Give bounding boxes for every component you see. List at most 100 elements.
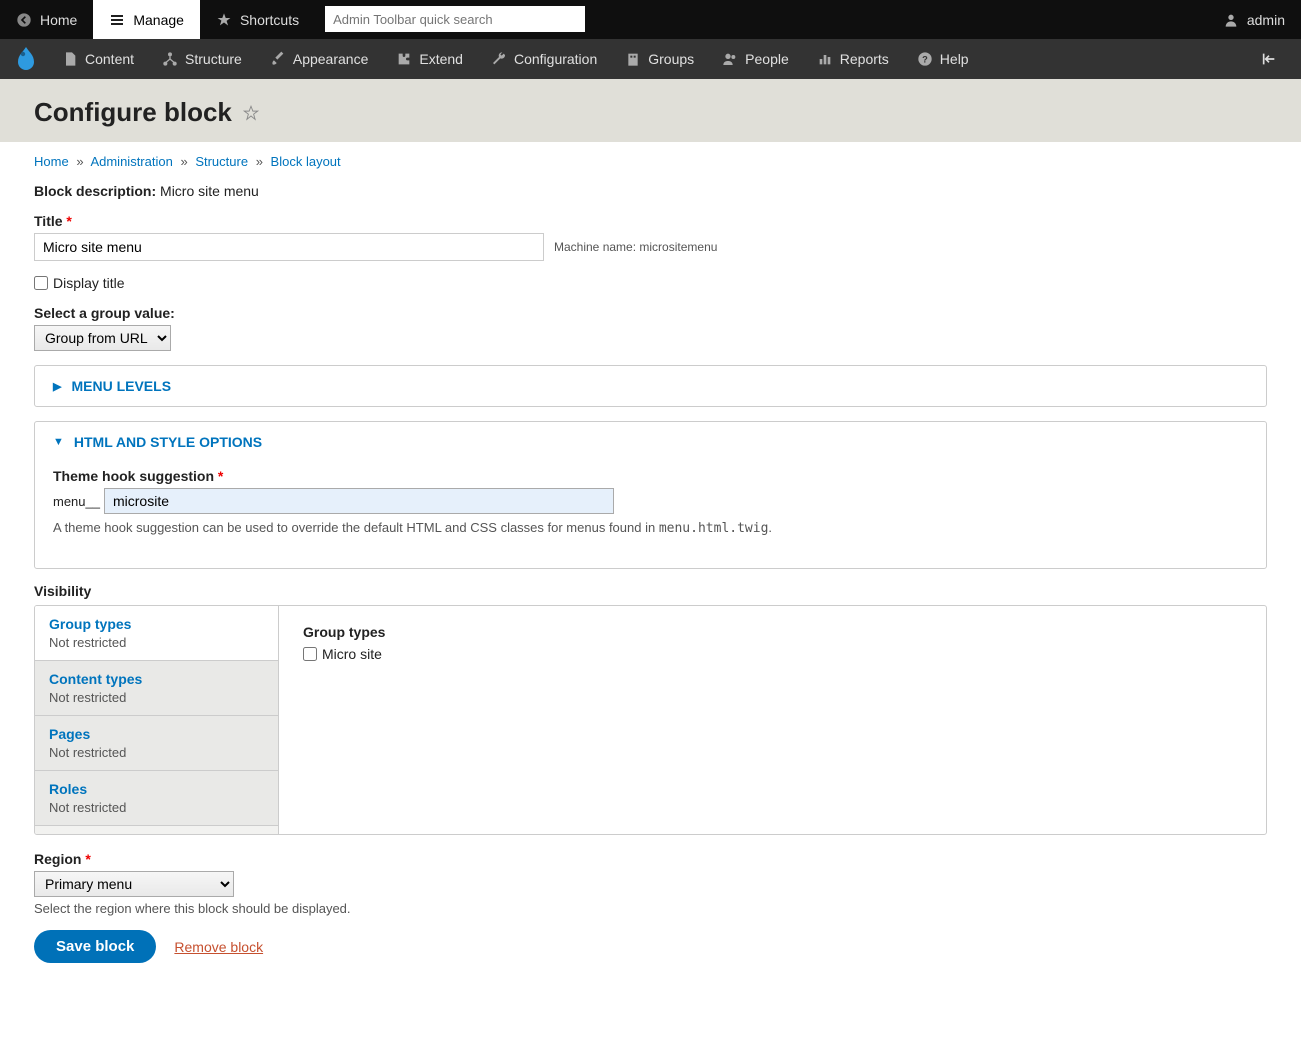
menu-reports-label: Reports	[840, 51, 889, 67]
menu-levels-summary[interactable]: ▶ MENU LEVELS	[35, 366, 1266, 406]
admin-menu: Content Structure Appearance Extend Conf…	[0, 39, 1301, 79]
vtab-title: Roles	[49, 781, 264, 797]
html-style-summary[interactable]: ▼ HTML AND STYLE OPTIONS	[35, 422, 1266, 462]
chart-icon	[817, 51, 833, 67]
display-title-field: Display title	[34, 275, 1267, 291]
help-icon: ?	[917, 51, 933, 67]
region-help: Select the region where this block shoul…	[34, 901, 1267, 916]
menu-structure[interactable]: Structure	[148, 39, 256, 79]
building-icon	[625, 51, 641, 67]
toolbar-manage[interactable]: Manage	[93, 0, 200, 39]
display-title-label: Display title	[53, 275, 125, 291]
page-title-row: Configure block	[34, 97, 1267, 128]
star-icon	[216, 12, 232, 28]
theme-hook-input[interactable]	[104, 488, 614, 514]
title-field: Title * Machine name: micrositemenu	[34, 213, 1267, 261]
panel-option-row: Micro site	[303, 646, 1242, 662]
menu-configuration[interactable]: Configuration	[477, 39, 611, 79]
micro-site-checkbox[interactable]	[303, 647, 317, 661]
toolbar-shortcuts[interactable]: Shortcuts	[200, 0, 315, 39]
toolbar-shortcuts-label: Shortcuts	[240, 12, 299, 28]
menu-appearance-label: Appearance	[293, 51, 369, 67]
menu-content[interactable]: Content	[48, 39, 148, 79]
wrench-icon	[491, 51, 507, 67]
group-value-label: Select a group value:	[34, 305, 175, 321]
toolbar-top: Home Manage Shortcuts admin	[0, 0, 1301, 39]
toolbar-home-label: Home	[40, 12, 77, 28]
page-title: Configure block	[34, 97, 232, 128]
visibility-panel: Group types Micro site	[279, 606, 1266, 834]
file-icon	[62, 51, 78, 67]
collapse-icon	[1261, 51, 1277, 67]
menu-groups-label: Groups	[648, 51, 694, 67]
search-input[interactable]	[325, 6, 585, 32]
puzzle-icon	[396, 51, 412, 67]
menu-people[interactable]: People	[708, 39, 803, 79]
block-desc-label: Block description:	[34, 183, 156, 199]
region-field: Region * Primary menu Select the region …	[34, 851, 1267, 916]
toolbar-user-label: admin	[1247, 12, 1285, 28]
vtab-title: Group types	[49, 616, 264, 632]
display-title-checkbox[interactable]	[34, 276, 48, 290]
region-select[interactable]: Primary menu	[34, 871, 234, 897]
toolbar-manage-label: Manage	[133, 12, 184, 28]
vtab-summary: Not restricted	[49, 800, 264, 815]
breadcrumb-admin[interactable]: Administration	[90, 154, 172, 169]
people-icon	[722, 51, 738, 67]
breadcrumb-block-layout[interactable]: Block layout	[271, 154, 341, 169]
remove-link[interactable]: Remove block	[174, 939, 263, 955]
menu-extend[interactable]: Extend	[382, 39, 477, 79]
vtab-summary: Not restricted	[49, 635, 264, 650]
breadcrumb-home[interactable]: Home	[34, 154, 69, 169]
vtab-summary: Not restricted	[49, 745, 264, 760]
menu-structure-label: Structure	[185, 51, 242, 67]
html-style-details: ▼ HTML AND STYLE OPTIONS Theme hook sugg…	[34, 421, 1267, 569]
toolbar-home[interactable]: Home	[0, 0, 93, 39]
block-desc-value: Micro site menu	[160, 183, 259, 199]
vtab-group-types[interactable]: Group types Not restricted	[35, 606, 278, 661]
html-style-title: HTML AND STYLE OPTIONS	[74, 434, 262, 450]
vtab-pages[interactable]: Pages Not restricted	[35, 716, 278, 771]
user-icon	[1223, 12, 1239, 28]
vtab-summary: Not restricted	[49, 690, 264, 705]
tree-icon	[162, 51, 178, 67]
back-icon	[16, 12, 32, 28]
title-label: Title *	[34, 213, 72, 229]
favorite-star-icon[interactable]	[242, 104, 260, 122]
machine-name: Machine name: micrositemenu	[554, 240, 717, 254]
menu-help[interactable]: ? Help	[903, 39, 983, 79]
svg-text:?: ?	[922, 54, 928, 64]
page-header: Configure block	[0, 79, 1301, 142]
menu-reports[interactable]: Reports	[803, 39, 903, 79]
arrow-right-icon: ▶	[53, 380, 61, 393]
menu-people-label: People	[745, 51, 789, 67]
breadcrumb: Home » Administration » Structure » Bloc…	[34, 154, 1267, 169]
group-value-select[interactable]: Group from URL	[34, 325, 171, 351]
vtab-content-types[interactable]: Content types Not restricted	[35, 661, 278, 716]
panel-title: Group types	[303, 624, 1242, 640]
menu-appearance[interactable]: Appearance	[256, 39, 383, 79]
toggle-orientation[interactable]	[1247, 39, 1291, 79]
block-description: Block description: Micro site menu	[34, 183, 1267, 199]
html-style-body: Theme hook suggestion * menu__ A theme h…	[35, 462, 1266, 568]
menu-help-label: Help	[940, 51, 969, 67]
visibility-label: Visibility	[34, 583, 1267, 599]
theme-hook-prefix: menu__	[53, 494, 100, 509]
form-actions: Save block Remove block	[34, 930, 1267, 963]
drupal-logo[interactable]	[10, 39, 48, 79]
menu-groups[interactable]: Groups	[611, 39, 708, 79]
menu-levels-details: ▶ MENU LEVELS	[34, 365, 1267, 407]
save-button[interactable]: Save block	[34, 930, 156, 963]
toolbar-search	[325, 6, 585, 33]
menu-content-label: Content	[85, 51, 134, 67]
vtab-roles[interactable]: Roles Not restricted	[35, 771, 278, 826]
group-value-field: Select a group value: Group from URL	[34, 305, 1267, 351]
visibility-tabs: Group types Not restricted Content types…	[35, 606, 279, 834]
breadcrumb-structure[interactable]: Structure	[195, 154, 248, 169]
menu-configuration-label: Configuration	[514, 51, 597, 67]
title-input[interactable]	[34, 233, 544, 261]
menu-extend-label: Extend	[419, 51, 463, 67]
theme-hook-field: Theme hook suggestion * menu__ A theme h…	[53, 468, 1248, 536]
panel-option-label: Micro site	[322, 646, 382, 662]
toolbar-user[interactable]: admin	[1207, 0, 1301, 39]
